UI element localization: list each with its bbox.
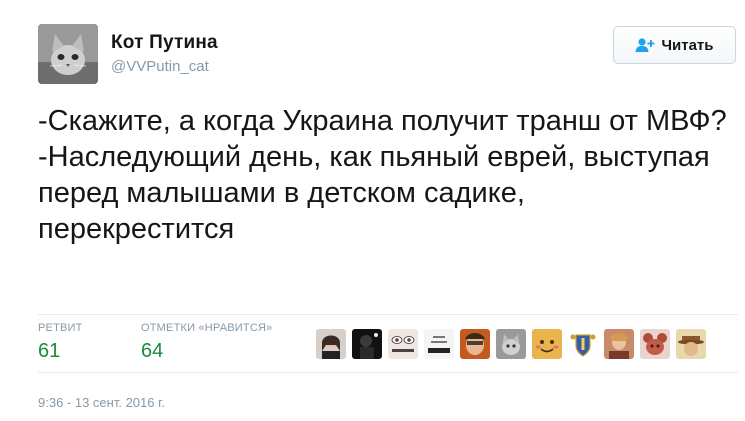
crest-avatar-icon <box>568 329 598 359</box>
likes-label[interactable]: ОТМЕТКИ «НРАВИТСЯ» <box>141 322 272 334</box>
liker-avatar[interactable] <box>316 329 346 359</box>
painting-avatar-icon <box>604 329 634 359</box>
liker-avatar[interactable] <box>604 329 634 359</box>
tweet-text: -Скажите, а когда Украина получит транш … <box>38 105 727 245</box>
cat-avatar-icon <box>38 24 98 84</box>
mouse-avatar-icon <box>640 329 670 359</box>
liker-avatar[interactable] <box>496 329 526 359</box>
liker-avatar[interactable] <box>460 329 490 359</box>
divider <box>38 314 738 315</box>
face-avatar-icon <box>460 329 490 359</box>
liker-avatar[interactable] <box>352 329 382 359</box>
retweets-count[interactable]: 61 <box>38 340 60 363</box>
retweets-label[interactable]: РЕТВИТ <box>38 322 83 334</box>
tweet-card: Кот Путина @VVPutin_cat Читать -Скажите,… <box>0 0 745 421</box>
tweet-timestamp[interactable]: 9:36 - 13 сент. 2016 г. <box>38 395 165 410</box>
author-name[interactable]: Кот Путина <box>111 32 218 54</box>
likes-count[interactable]: 64 <box>141 340 163 363</box>
likers-avatar-list <box>316 329 706 359</box>
cat-avatar-icon <box>496 329 526 359</box>
liker-avatar[interactable] <box>532 329 562 359</box>
liker-avatar[interactable] <box>568 329 598 359</box>
divider <box>38 372 738 373</box>
emoji-avatar-icon <box>532 329 562 359</box>
follow-button-label: Читать <box>661 36 714 54</box>
woman-avatar-icon <box>316 329 346 359</box>
liker-avatar[interactable] <box>640 329 670 359</box>
dark-avatar-icon <box>352 329 382 359</box>
add-user-icon <box>635 37 655 53</box>
hat-avatar-icon <box>676 329 706 359</box>
follow-button[interactable]: Читать <box>613 26 736 64</box>
liker-avatar[interactable] <box>424 329 454 359</box>
eyes-avatar-icon <box>388 329 418 359</box>
liker-avatar[interactable] <box>388 329 418 359</box>
liker-avatar[interactable] <box>676 329 706 359</box>
author-handle[interactable]: @VVPutin_cat <box>111 58 209 75</box>
author-avatar[interactable] <box>38 24 98 84</box>
text-avatar-icon <box>424 329 454 359</box>
